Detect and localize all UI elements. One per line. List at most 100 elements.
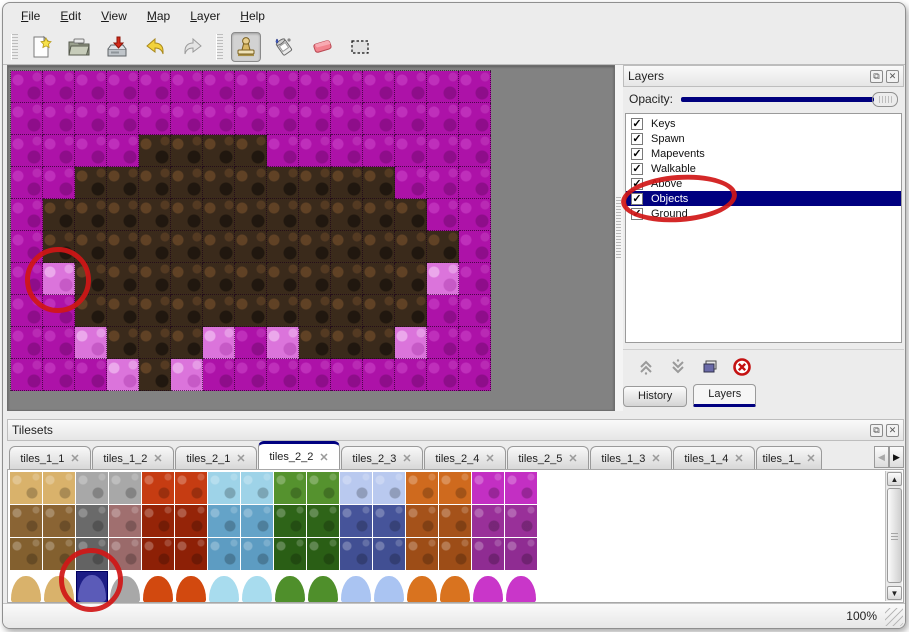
layer-row-walkable[interactable]: ✓Walkable [626,161,901,176]
map-tile-3-5[interactable] [107,231,139,263]
map-tile-11-0[interactable] [363,71,395,103]
palette-tile-9-2[interactable] [307,538,339,570]
map-tile-5-1[interactable] [171,103,203,135]
layer-row-above[interactable]: ✓Above [626,176,901,191]
palette-tile-7-3[interactable] [241,571,273,603]
close-dock-icon[interactable]: ✕ [886,424,899,437]
map-tile-5-8[interactable] [171,327,203,359]
map-tile-13-0[interactable] [427,71,459,103]
map-tile-6-9[interactable] [203,359,235,391]
map-tile-1-4[interactable] [43,199,75,231]
map-tile-14-4[interactable] [459,199,491,231]
map-tile-9-5[interactable] [299,231,331,263]
close-tab-icon[interactable]: ✕ [236,452,245,465]
map-tile-8-9[interactable] [267,359,299,391]
tileset-tab-tiles_1_2[interactable]: tiles_1_2✕ [92,446,174,470]
palette-tile-6-2[interactable] [208,538,240,570]
open-button[interactable] [64,32,94,62]
palette-tile-6-3[interactable] [208,571,240,603]
palette-tile-13-2[interactable] [439,538,471,570]
map-tile-8-5[interactable] [267,231,299,263]
map-tile-6-0[interactable] [203,71,235,103]
map-tile-12-5[interactable] [395,231,427,263]
map-tile-11-3[interactable] [363,167,395,199]
palette-tile-9-1[interactable] [307,505,339,537]
palette-tile-0-2[interactable] [10,538,42,570]
layer-visibility-checkbox[interactable]: ✓ [631,178,643,190]
map-tile-4-5[interactable] [139,231,171,263]
float-dock-icon[interactable]: ⧉ [870,424,883,437]
undo-button[interactable] [140,32,170,62]
dock-tab-layers[interactable]: Layers [693,384,756,407]
palette-tile-1-3[interactable] [43,571,75,603]
scrollbar-thumb[interactable] [887,488,902,583]
tileset-tab-tiles_1_3[interactable]: tiles_1_3✕ [590,446,672,470]
tileset-tab-tiles_2_4[interactable]: tiles_2_4✕ [424,446,506,470]
select-tool-button[interactable] [345,32,375,62]
map-tile-2-0[interactable] [75,71,107,103]
tileset-tab-tiles_2_2[interactable]: tiles_2_2✕ [258,441,340,470]
map-tile-6-4[interactable] [203,199,235,231]
map-tile-13-7[interactable] [427,295,459,327]
scroll-tabs-right-icon[interactable]: ▶ [889,446,904,468]
map-tile-5-7[interactable] [171,295,203,327]
map-tile-7-4[interactable] [235,199,267,231]
map-tile-2-1[interactable] [75,103,107,135]
palette-tile-14-2[interactable] [472,538,504,570]
close-tab-icon[interactable]: ✕ [70,452,79,465]
layer-row-mapevents[interactable]: ✓Mapevents [626,146,901,161]
palette-tile-15-1[interactable] [505,505,537,537]
map-tile-5-4[interactable] [171,199,203,231]
palette-tile-3-1[interactable] [109,505,141,537]
map-tile-2-3[interactable] [75,167,107,199]
map-tile-4-8[interactable] [139,327,171,359]
close-tab-icon[interactable]: ✕ [153,452,162,465]
map-tile-9-2[interactable] [299,135,331,167]
layer-visibility-checkbox[interactable]: ✓ [631,118,643,130]
toolbar-grip[interactable] [11,34,18,60]
tileset-tab-tiles_2_5[interactable]: tiles_2_5✕ [507,446,589,470]
map-tile-6-7[interactable] [203,295,235,327]
dock-tab-history[interactable]: History [623,386,687,407]
map-tile-2-5[interactable] [75,231,107,263]
map-tile-13-2[interactable] [427,135,459,167]
palette-tile-11-0[interactable] [373,472,405,504]
map-tile-10-4[interactable] [331,199,363,231]
close-tab-icon[interactable]: ✕ [319,451,328,464]
map-tile-12-9[interactable] [395,359,427,391]
map-tile-4-0[interactable] [139,71,171,103]
map-tile-14-2[interactable] [459,135,491,167]
map-tile-10-8[interactable] [331,327,363,359]
map-tile-11-8[interactable] [363,327,395,359]
map-tile-14-6[interactable] [459,263,491,295]
palette-tile-6-0[interactable] [208,472,240,504]
layer-visibility-checkbox[interactable]: ✓ [631,208,643,220]
palette-tile-7-1[interactable] [241,505,273,537]
map-tile-9-8[interactable] [299,327,331,359]
layer-row-spawn[interactable]: ✓Spawn [626,131,901,146]
map-tile-9-4[interactable] [299,199,331,231]
map-tile-11-5[interactable] [363,231,395,263]
map-tile-7-2[interactable] [235,135,267,167]
map-tile-3-1[interactable] [107,103,139,135]
map-tile-14-9[interactable] [459,359,491,391]
map-tile-0-9[interactable] [11,359,43,391]
map-tile-10-1[interactable] [331,103,363,135]
map-tile-1-1[interactable] [43,103,75,135]
map-tile-0-7[interactable] [11,295,43,327]
close-tab-icon[interactable]: ✕ [485,452,494,465]
palette-tile-13-1[interactable] [439,505,471,537]
palette-tile-6-1[interactable] [208,505,240,537]
map-tile-10-2[interactable] [331,135,363,167]
close-tab-icon[interactable]: ✕ [402,452,411,465]
map-tile-7-1[interactable] [235,103,267,135]
map-tile-12-8[interactable] [395,327,427,359]
map-tile-8-3[interactable] [267,167,299,199]
stamp-tool-button[interactable] [231,32,261,62]
resize-grip[interactable] [885,608,903,626]
palette-tile-14-0[interactable] [472,472,504,504]
map-tile-3-9[interactable] [107,359,139,391]
map-tile-0-0[interactable] [11,71,43,103]
map-tile-14-8[interactable] [459,327,491,359]
map-tile-4-3[interactable] [139,167,171,199]
